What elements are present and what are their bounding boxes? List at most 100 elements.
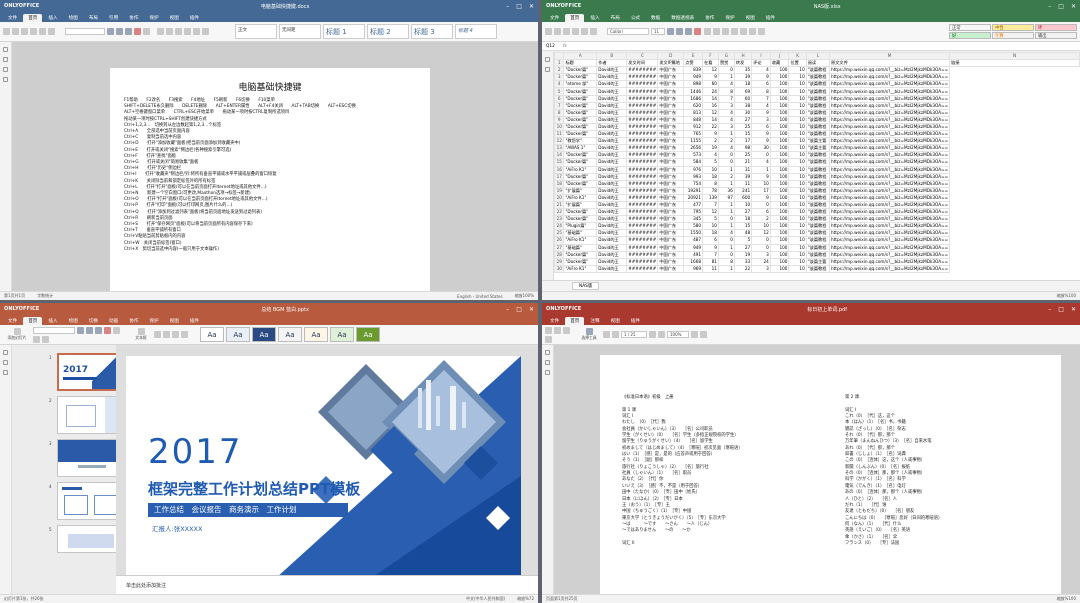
row-number[interactable]: 6 (554, 94, 565, 103)
table-cell[interactable]: 30 (733, 108, 753, 117)
table-cell[interactable]: 中国广东 (657, 151, 685, 160)
table-cell[interactable]: ######## (626, 80, 659, 89)
table-cell[interactable]: 600 (733, 193, 753, 202)
row-number[interactable]: 21 (554, 200, 565, 210)
minimize-icon[interactable]: – (1048, 306, 1051, 313)
table-cell[interactable]: David的王 (596, 101, 628, 110)
row-number[interactable]: 29 (554, 257, 565, 266)
table-cell[interactable]: 36 (717, 186, 735, 195)
table-cell[interactable]: 10 (788, 158, 807, 167)
table-cell[interactable]: "该篇教程 (805, 243, 831, 252)
table-cell[interactable]: 11 (702, 264, 719, 273)
table-cell[interactable]: 12 (702, 66, 719, 75)
table-cell[interactable]: https://mp.weixin.qq.com/s?__biz=MzI2Mjk… (829, 73, 951, 82)
table-cell[interactable]: ######## (626, 66, 659, 75)
table-cell[interactable]: https://mp.weixin.qq.com/s?__biz=MzI2Mjk… (829, 186, 951, 195)
table-cell[interactable]: "该篇教程 (805, 130, 831, 139)
table-cell[interactable]: 10 (788, 87, 807, 96)
cell-style-calculation[interactable]: 计算 (992, 32, 1034, 39)
table-cell[interactable]: "AWAS 1" (563, 144, 598, 153)
save-icon[interactable] (590, 28, 597, 35)
table-cell[interactable]: 7 (702, 200, 719, 210)
slide-thumbnail-2[interactable] (57, 396, 124, 434)
table-cell[interactable]: 10 (788, 236, 807, 245)
table-cell[interactable]: ######## (626, 101, 659, 110)
table-cell[interactable]: 100 (769, 236, 790, 245)
column-header[interactable]: H (733, 52, 753, 61)
table-cell[interactable]: 4 (717, 229, 735, 238)
tab-collaboration[interactable]: 协作 (124, 14, 143, 22)
table-cell[interactable]: 16 (702, 101, 719, 110)
save-icon[interactable] (48, 28, 55, 35)
style-heading-2[interactable]: 标题 2 (367, 24, 409, 39)
table-cell[interactable]: 100 (769, 172, 790, 181)
table-cell[interactable]: 9 (751, 137, 771, 146)
table-cell[interactable]: 1 (751, 165, 771, 174)
sort-icon[interactable] (731, 28, 738, 35)
table-cell[interactable]: 0 (751, 236, 771, 245)
sum-icon[interactable] (749, 28, 756, 35)
table-cell[interactable]: "该篇教程 (805, 87, 831, 96)
table-cell[interactable]: "Docker篇" (563, 108, 598, 117)
row-number[interactable]: 12 (554, 137, 565, 146)
table-cell[interactable]: 11 (733, 179, 753, 188)
table-cell[interactable]: "该篇教程 (805, 186, 831, 195)
language-select[interactable]: English - United States (457, 294, 503, 299)
table-cell[interactable]: 1 (717, 179, 735, 188)
table-cell[interactable]: 中国广东 (657, 264, 685, 273)
notes-pane[interactable]: 单击此处添加批注 (116, 575, 538, 594)
table-cell[interactable]: 10 (788, 186, 807, 195)
table-cell[interactable]: David的王 (596, 158, 628, 167)
table-cell[interactable]: 33 (733, 257, 753, 266)
first-page-icon[interactable] (603, 331, 610, 338)
table-cell[interactable]: 19 (702, 144, 719, 153)
table-cell[interactable]: 39 (733, 73, 753, 82)
table-cell[interactable]: 8 (717, 87, 735, 96)
column-header[interactable]: E (683, 52, 704, 61)
tab-home[interactable]: 首页 (23, 317, 43, 325)
row-number[interactable]: 2 (554, 66, 565, 75)
maximize-icon[interactable]: □ (516, 3, 522, 10)
table-cell[interactable]: https://mp.weixin.qq.com/s?__biz=MzI2Mjk… (829, 122, 951, 132)
table-cell[interactable]: 39 (733, 172, 753, 181)
table-cell[interactable]: "Docker篇" (563, 101, 598, 110)
tab-file[interactable]: 文件 (545, 14, 564, 22)
maximize-icon[interactable]: □ (516, 306, 522, 313)
theme-basic[interactable]: Aa (226, 327, 250, 342)
table-cell[interactable]: "AiFro K1" (563, 165, 598, 174)
function-icon[interactable]: fx (563, 44, 567, 49)
table-cell[interactable]: "Docker篇" (563, 158, 598, 167)
column-header[interactable] (554, 52, 565, 61)
fit-width-icon[interactable] (700, 331, 707, 338)
shape-icon[interactable] (154, 331, 161, 338)
table-cell[interactable]: 中国广东 (657, 80, 685, 89)
table-cell[interactable]: 25 (733, 151, 753, 160)
table-cell[interactable]: 1668 (683, 257, 704, 266)
justify-icon[interactable] (202, 28, 209, 35)
zoom-level[interactable]: 缩放%100 (1057, 293, 1076, 299)
table-cell[interactable]: 100 (769, 179, 790, 188)
italic-icon[interactable] (86, 326, 93, 334)
underline-icon[interactable] (95, 326, 102, 334)
table-cell[interactable]: 中国广东 (657, 101, 685, 110)
table-cell[interactable]: 10 (788, 94, 807, 103)
table-cell[interactable]: 15 (733, 222, 753, 231)
table-cell[interactable]: 78 (702, 186, 719, 195)
search-icon[interactable] (3, 47, 8, 52)
table-cell[interactable]: "该篇主要 (805, 144, 831, 153)
header-cell[interactable]: 收藏 (769, 59, 790, 68)
table-cell[interactable]: ######## (626, 179, 659, 188)
table-cell[interactable]: 765 (683, 130, 704, 139)
bold-icon[interactable] (77, 326, 84, 334)
tab-layout[interactable]: 布局 (606, 14, 625, 22)
textbox-icon[interactable] (137, 328, 145, 335)
table-cell[interactable]: "教您学" (563, 137, 598, 146)
column-header[interactable]: B (596, 52, 628, 61)
table-cell[interactable]: "AiFro K1" (563, 236, 598, 245)
row-number[interactable]: 23 (554, 215, 565, 224)
table-cell[interactable]: 10 (788, 80, 807, 89)
style-normal[interactable]: 正文 (235, 24, 277, 39)
table-cell[interactable]: "该篇教程 (805, 236, 831, 245)
table-cell[interactable]: David的王 (596, 229, 628, 238)
italic-icon[interactable] (116, 28, 123, 35)
